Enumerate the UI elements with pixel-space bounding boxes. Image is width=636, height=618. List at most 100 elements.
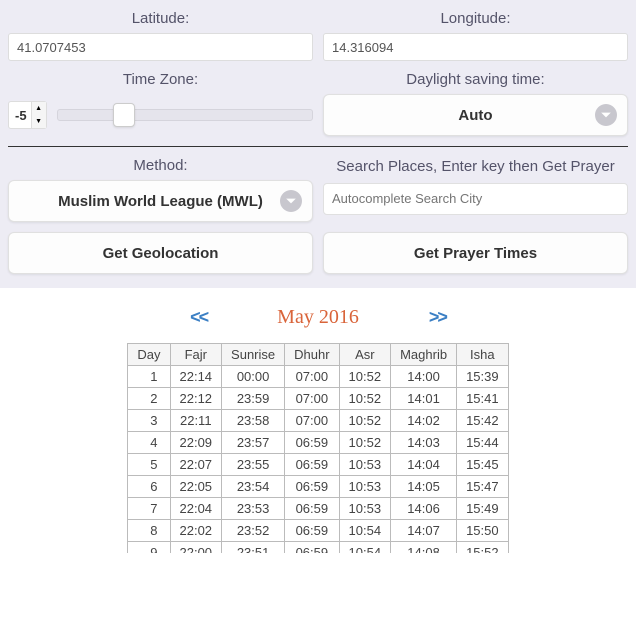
table-cell: 06:59 (285, 476, 339, 498)
table-cell: 15:41 (457, 388, 509, 410)
table-cell: 5 (128, 454, 170, 476)
table-cell: 15:45 (457, 454, 509, 476)
table-cell: 4 (128, 432, 170, 454)
table-row: 422:0923:5706:5910:5214:0315:44 (128, 432, 508, 454)
table-header: Day (128, 344, 170, 366)
table-cell: 07:00 (285, 410, 339, 432)
prev-month-button[interactable]: << (190, 307, 207, 328)
table-cell: 15:47 (457, 476, 509, 498)
table-cell: 10:53 (339, 476, 391, 498)
table-header: Asr (339, 344, 391, 366)
search-label: Search Places, Enter key then Get Prayer (336, 157, 614, 177)
table-cell: 23:54 (222, 476, 285, 498)
table-cell: 2 (128, 388, 170, 410)
table-cell: 10:52 (339, 432, 391, 454)
table-cell: 22:11 (170, 410, 222, 432)
table-cell: 22:04 (170, 498, 222, 520)
table-header: Maghrib (391, 344, 457, 366)
table-cell: 22:09 (170, 432, 222, 454)
table-cell: 10:54 (339, 542, 391, 554)
table-cell: 6 (128, 476, 170, 498)
table-cell: 22:14 (170, 366, 222, 388)
longitude-label: Longitude: (440, 10, 510, 27)
prayer-times-table: DayFajrSunriseDhuhrAsrMaghribIsha 122:14… (127, 343, 508, 553)
table-cell: 00:00 (222, 366, 285, 388)
longitude-input[interactable] (323, 33, 628, 61)
table-cell: 23:59 (222, 388, 285, 410)
table-cell: 15:52 (457, 542, 509, 554)
table-cell: 07:00 (285, 366, 339, 388)
table-row: 122:1400:0007:0010:5214:0015:39 (128, 366, 508, 388)
chevron-down-icon (280, 190, 302, 212)
timezone-up-button[interactable]: ▲ (32, 102, 46, 115)
table-cell: 10:52 (339, 366, 391, 388)
table-cell: 3 (128, 410, 170, 432)
slider-thumb[interactable] (113, 103, 135, 127)
table-cell: 14:05 (391, 476, 457, 498)
latitude-label: Latitude: (132, 10, 190, 27)
calendar-title: May 2016 (277, 306, 359, 329)
table-row: 922:0023:5106:5910:5414:0815:52 (128, 542, 508, 554)
table-cell: 23:51 (222, 542, 285, 554)
table-cell: 14:06 (391, 498, 457, 520)
table-row: 722:0423:5306:5910:5314:0615:49 (128, 498, 508, 520)
table-row: 822:0223:5206:5910:5414:0715:50 (128, 520, 508, 542)
table-cell: 14:07 (391, 520, 457, 542)
table-cell: 22:05 (170, 476, 222, 498)
search-input[interactable] (323, 183, 628, 215)
table-cell: 22:12 (170, 388, 222, 410)
table-cell: 10:52 (339, 410, 391, 432)
method-label: Method: (133, 157, 187, 174)
table-cell: 07:00 (285, 388, 339, 410)
table-cell: 9 (128, 542, 170, 554)
table-cell: 06:59 (285, 454, 339, 476)
table-cell: 15:44 (457, 432, 509, 454)
next-month-button[interactable]: >> (429, 307, 446, 328)
timezone-label: Time Zone: (123, 71, 198, 88)
timezone-slider[interactable] (57, 106, 313, 124)
slider-track (57, 109, 313, 121)
get-geolocation-button[interactable]: Get Geolocation (8, 232, 313, 274)
table-cell: 14:08 (391, 542, 457, 554)
table-cell: 1 (128, 366, 170, 388)
timezone-down-button[interactable]: ▼ (32, 115, 46, 128)
table-cell: 22:00 (170, 542, 222, 554)
table-cell: 10:54 (339, 520, 391, 542)
table-header: Sunrise (222, 344, 285, 366)
table-cell: 23:52 (222, 520, 285, 542)
method-value: Muslim World League (MWL) (58, 193, 263, 210)
table-cell: 14:04 (391, 454, 457, 476)
table-cell: 14:03 (391, 432, 457, 454)
table-cell: 15:49 (457, 498, 509, 520)
table-header: Dhuhr (285, 344, 339, 366)
table-cell: 23:55 (222, 454, 285, 476)
table-cell: 14:00 (391, 366, 457, 388)
dst-select[interactable]: Auto (323, 94, 628, 136)
table-cell: 10:52 (339, 388, 391, 410)
chevron-down-icon (595, 104, 617, 126)
table-cell: 8 (128, 520, 170, 542)
table-row: 222:1223:5907:0010:5214:0115:41 (128, 388, 508, 410)
table-cell: 22:07 (170, 454, 222, 476)
table-cell: 23:53 (222, 498, 285, 520)
table-cell: 23:57 (222, 432, 285, 454)
timezone-stepper[interactable]: -5 ▲ ▼ (8, 101, 47, 129)
table-cell: 10:53 (339, 498, 391, 520)
divider (8, 146, 628, 147)
table-row: 322:1123:5807:0010:5214:0215:42 (128, 410, 508, 432)
table-cell: 15:39 (457, 366, 509, 388)
table-cell: 06:59 (285, 520, 339, 542)
table-cell: 06:59 (285, 432, 339, 454)
get-prayer-times-button[interactable]: Get Prayer Times (323, 232, 628, 274)
table-header: Isha (457, 344, 509, 366)
table-cell: 14:01 (391, 388, 457, 410)
table-row: 622:0523:5406:5910:5314:0515:47 (128, 476, 508, 498)
timezone-value: -5 (9, 108, 31, 123)
table-cell: 10:53 (339, 454, 391, 476)
dst-label: Daylight saving time: (406, 71, 544, 88)
latitude-input[interactable] (8, 33, 313, 61)
dst-value: Auto (458, 107, 492, 124)
table-cell: 14:02 (391, 410, 457, 432)
table-cell: 06:59 (285, 542, 339, 554)
method-select[interactable]: Muslim World League (MWL) (8, 180, 313, 222)
